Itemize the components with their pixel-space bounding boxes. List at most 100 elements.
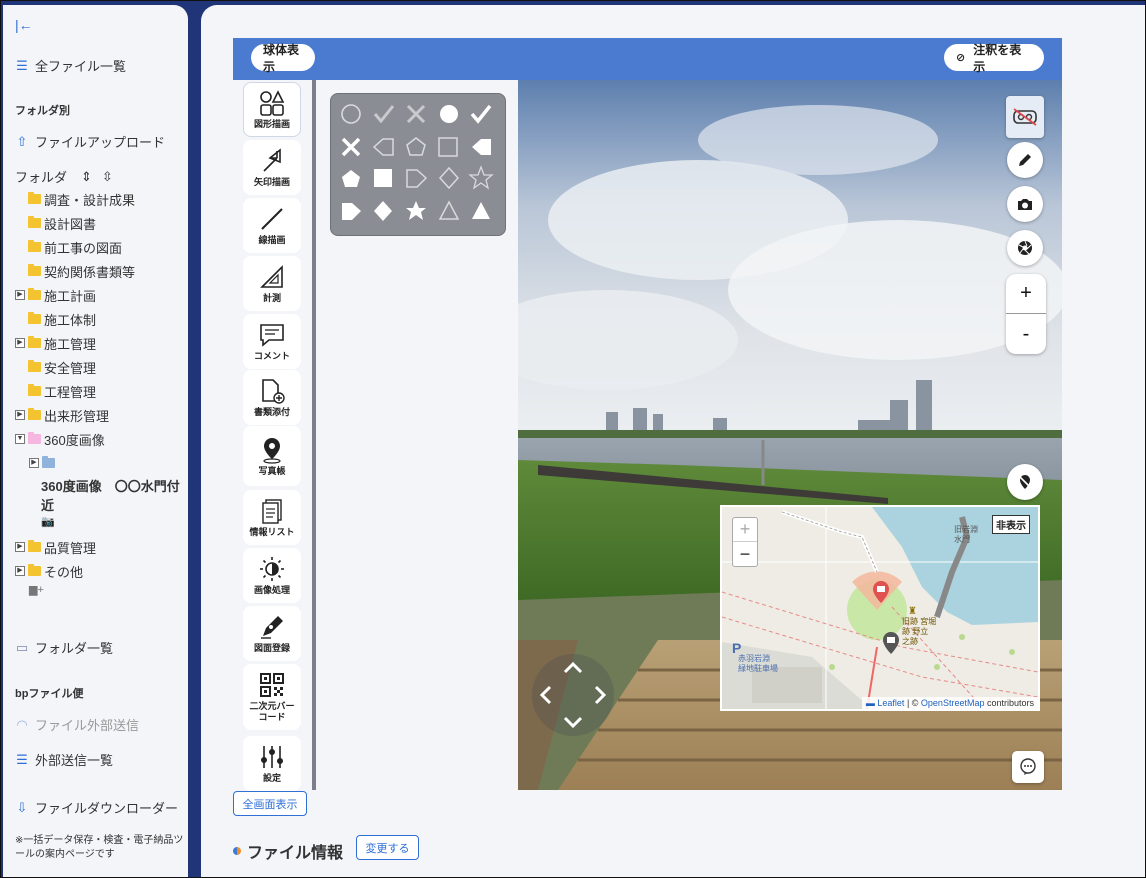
- tool-drawing-register[interactable]: 図面登録: [243, 606, 301, 661]
- zoom-out-button[interactable]: -: [1006, 314, 1046, 354]
- shapes-icon: [260, 90, 285, 116]
- shape-triangle-outline[interactable]: [438, 200, 460, 220]
- map-label-monument: 旧跡 宮堀 跡 野立 之跡: [902, 617, 937, 646]
- shape-diamond-filled[interactable]: [374, 201, 392, 221]
- sidebar-note[interactable]: ※一括データ保存・検査・電子納品ツールの案内ページです: [15, 834, 185, 862]
- shape-check-filled[interactable]: [470, 104, 492, 124]
- collapse-left-icon[interactable]: |←: [15, 17, 33, 33]
- osm-link[interactable]: OpenStreetMap: [921, 698, 985, 708]
- shape-tag-filled[interactable]: [472, 139, 491, 155]
- shape-star-outline[interactable]: [468, 165, 494, 190]
- expand-toggle-icon[interactable]: ▶: [15, 290, 25, 300]
- tool-image-processing[interactable]: 画像処理: [243, 548, 301, 603]
- map-camera-pin-red-icon[interactable]: [872, 580, 890, 609]
- comment-icon: [260, 324, 284, 347]
- tool-qr-code[interactable]: 二次元バーコード: [243, 664, 301, 730]
- folder-icon: [28, 312, 41, 324]
- shape-arrow-tag-filled[interactable]: [342, 203, 361, 220]
- tree-item[interactable]: ▶ 施工計画: [15, 283, 185, 307]
- map-label-site: 旧岩淵水門: [954, 525, 978, 544]
- tree-item[interactable]: 設計図書: [15, 211, 185, 235]
- tool-comment[interactable]: コメント: [243, 314, 301, 369]
- tree-item[interactable]: ▼ 360度画像: [15, 427, 185, 451]
- tree-item[interactable]: 前工事の図面: [15, 235, 185, 259]
- vr-goggles-off-icon[interactable]: [1006, 96, 1044, 138]
- selected-tree-item[interactable]: 360度画像 〇〇水門付近: [15, 477, 185, 515]
- tree-item[interactable]: ▶ 品質管理: [15, 535, 185, 559]
- tree-item-label: 設計図書: [44, 216, 97, 232]
- tool-attach-document[interactable]: 書類添付: [243, 370, 301, 425]
- tree-item[interactable]: 調査・設計成果: [15, 187, 185, 211]
- aperture-icon[interactable]: [1007, 230, 1043, 266]
- expand-toggle-icon[interactable]: ▶: [15, 410, 25, 420]
- tree-item[interactable]: 施工体制: [15, 307, 185, 331]
- panorama-image[interactable]: + - ♜ + − 非表示 P 赤羽岩淵 緑地駐車場 旧岩淵水門 旧跡 宮堀 跡…: [518, 80, 1062, 790]
- tree-item[interactable]: 安全管理: [15, 355, 185, 379]
- shape-star-filled[interactable]: [406, 201, 426, 220]
- downloader-link[interactable]: ⇩ ファイルダウンローダー: [15, 798, 178, 817]
- minimap-zoom-in[interactable]: +: [733, 518, 757, 542]
- tree-item[interactable]: ▶ 施工管理: [15, 331, 185, 355]
- shape-pentagon-filled[interactable]: [342, 170, 360, 187]
- tree-item[interactable]: 工程管理: [15, 379, 185, 403]
- shape-arrow-tag-outline[interactable]: [406, 169, 428, 188]
- folder-list-link[interactable]: ▭ フォルダ一覧: [15, 638, 113, 657]
- tool-settings[interactable]: 設定: [243, 736, 301, 791]
- folder-icon: [28, 384, 41, 396]
- pencil-icon[interactable]: [1007, 142, 1043, 178]
- expand-all-icon[interactable]: ⇕: [81, 169, 92, 185]
- shape-check-outline[interactable]: [373, 105, 395, 124]
- shape-triangle-filled[interactable]: [472, 202, 490, 219]
- shape-square-filled[interactable]: [374, 169, 392, 187]
- shape-cross-filled[interactable]: [341, 137, 361, 157]
- add-folder-icon[interactable]: ▆+: [15, 583, 185, 603]
- chat-bubble-icon[interactable]: [1012, 751, 1044, 783]
- leaflet-link[interactable]: Leaflet: [877, 698, 904, 708]
- show-annotation-button[interactable]: ⊘ 注釈を表示: [944, 43, 1044, 74]
- shape-square-outline[interactable]: [438, 137, 458, 157]
- shape-circle-filled[interactable]: [440, 105, 458, 123]
- file-upload-link[interactable]: ⇧ ファイルアップロード: [15, 132, 165, 151]
- tree-item[interactable]: ▶ 出来形管理: [15, 403, 185, 427]
- collapse-toggle-icon[interactable]: ▼: [15, 434, 25, 444]
- camera-file-icon[interactable]: 📷: [15, 515, 185, 535]
- shape-pentagon-outline[interactable]: [406, 137, 426, 156]
- tree-item-label: 契約関係書類等: [44, 264, 136, 280]
- tree-subitem[interactable]: ▶: [15, 451, 185, 475]
- tool-shape-draw[interactable]: 図形描画: [243, 82, 301, 137]
- expand-toggle-icon[interactable]: ▶: [29, 458, 39, 468]
- collapse-all-icon[interactable]: ⇳: [102, 169, 113, 185]
- shape-tag-outline[interactable]: [372, 138, 394, 156]
- shape-diamond-outline[interactable]: [438, 166, 460, 190]
- sphere-view-button[interactable]: 球体表示: [251, 43, 315, 74]
- tool-arrow-draw[interactable]: 矢印描画: [243, 140, 301, 195]
- fullscreen-button[interactable]: 全画面表示: [233, 791, 307, 816]
- expand-toggle-icon[interactable]: ▶: [15, 566, 25, 576]
- zoom-in-button[interactable]: +: [1006, 274, 1046, 314]
- location-off-icon[interactable]: [1007, 464, 1043, 500]
- shape-cross-outline[interactable]: [406, 104, 426, 124]
- minimap-zoom-out[interactable]: −: [733, 542, 757, 566]
- expand-toggle-icon[interactable]: ▶: [15, 542, 25, 552]
- tool-photo-album[interactable]: 写真帳: [243, 426, 301, 486]
- change-button[interactable]: 変更する: [356, 835, 419, 860]
- viewer-topbar: 球体表示 ⊘ 注釈を表示: [233, 38, 1062, 80]
- minimap[interactable]: ♜ + − 非表示 P 赤羽岩淵 緑地駐車場 旧岩淵水門 旧跡 宮堀 跡 野立 …: [720, 505, 1040, 711]
- camera-icon[interactable]: [1007, 186, 1043, 222]
- external-send-link[interactable]: ◠ ファイル外部送信: [15, 715, 139, 734]
- pan-control[interactable]: [532, 654, 614, 736]
- tool-line-draw[interactable]: 線描画: [243, 198, 301, 253]
- tool-info-list[interactable]: 情報リスト: [243, 490, 301, 545]
- shape-circle-outline[interactable]: [341, 104, 361, 124]
- map-camera-pin-gray-icon[interactable]: [882, 631, 900, 660]
- all-files-link[interactable]: ☰ 全ファイル一覧: [15, 56, 126, 75]
- tree-item-label: 前工事の図面: [44, 240, 123, 256]
- external-send-list-label: 外部送信一覧: [35, 753, 114, 768]
- minimap-hide-button[interactable]: 非表示: [992, 515, 1030, 534]
- tree-item[interactable]: 契約関係書類等: [15, 259, 185, 283]
- tool-measure[interactable]: 計測: [243, 256, 301, 311]
- file-upload-label: ファイルアップロード: [35, 135, 166, 150]
- external-send-list-link[interactable]: ☰ 外部送信一覧: [15, 750, 113, 769]
- expand-toggle-icon[interactable]: ▶: [15, 338, 25, 348]
- tree-item[interactable]: ▶ その他: [15, 559, 185, 583]
